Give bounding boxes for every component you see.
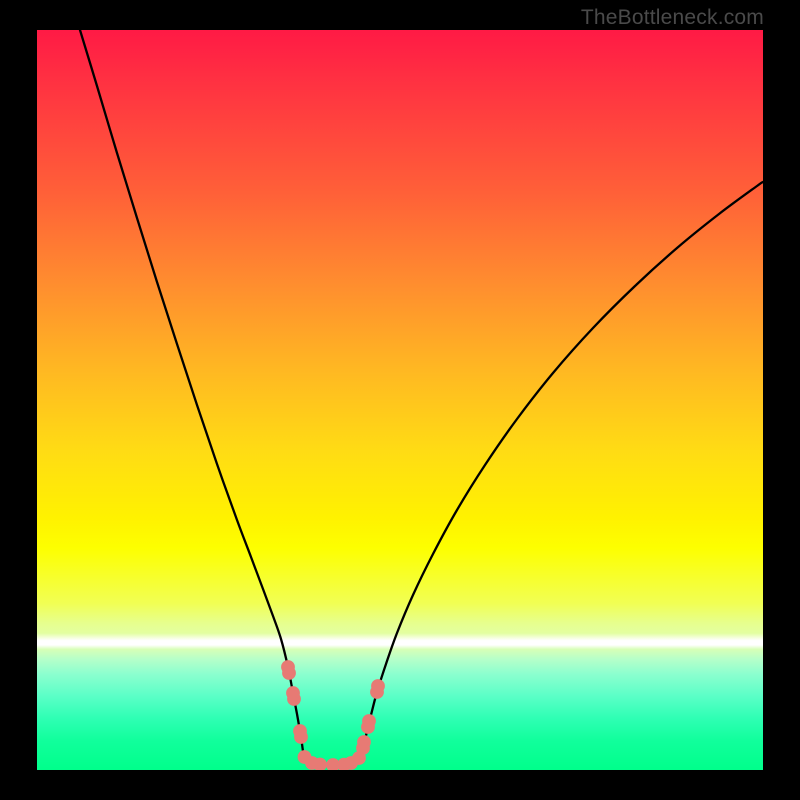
curve-marker [282,666,296,680]
curve-marker [371,679,385,693]
curve-marker [287,692,301,706]
chart-frame: TheBottleneck.com [0,0,800,800]
curve-layer [37,30,763,770]
curve-marker [357,735,371,749]
bottleneck-curve [80,30,763,766]
watermark: TheBottleneck.com [581,6,764,30]
plot-area [37,30,763,770]
curve-marker [294,730,308,744]
curve-marker [362,714,376,728]
